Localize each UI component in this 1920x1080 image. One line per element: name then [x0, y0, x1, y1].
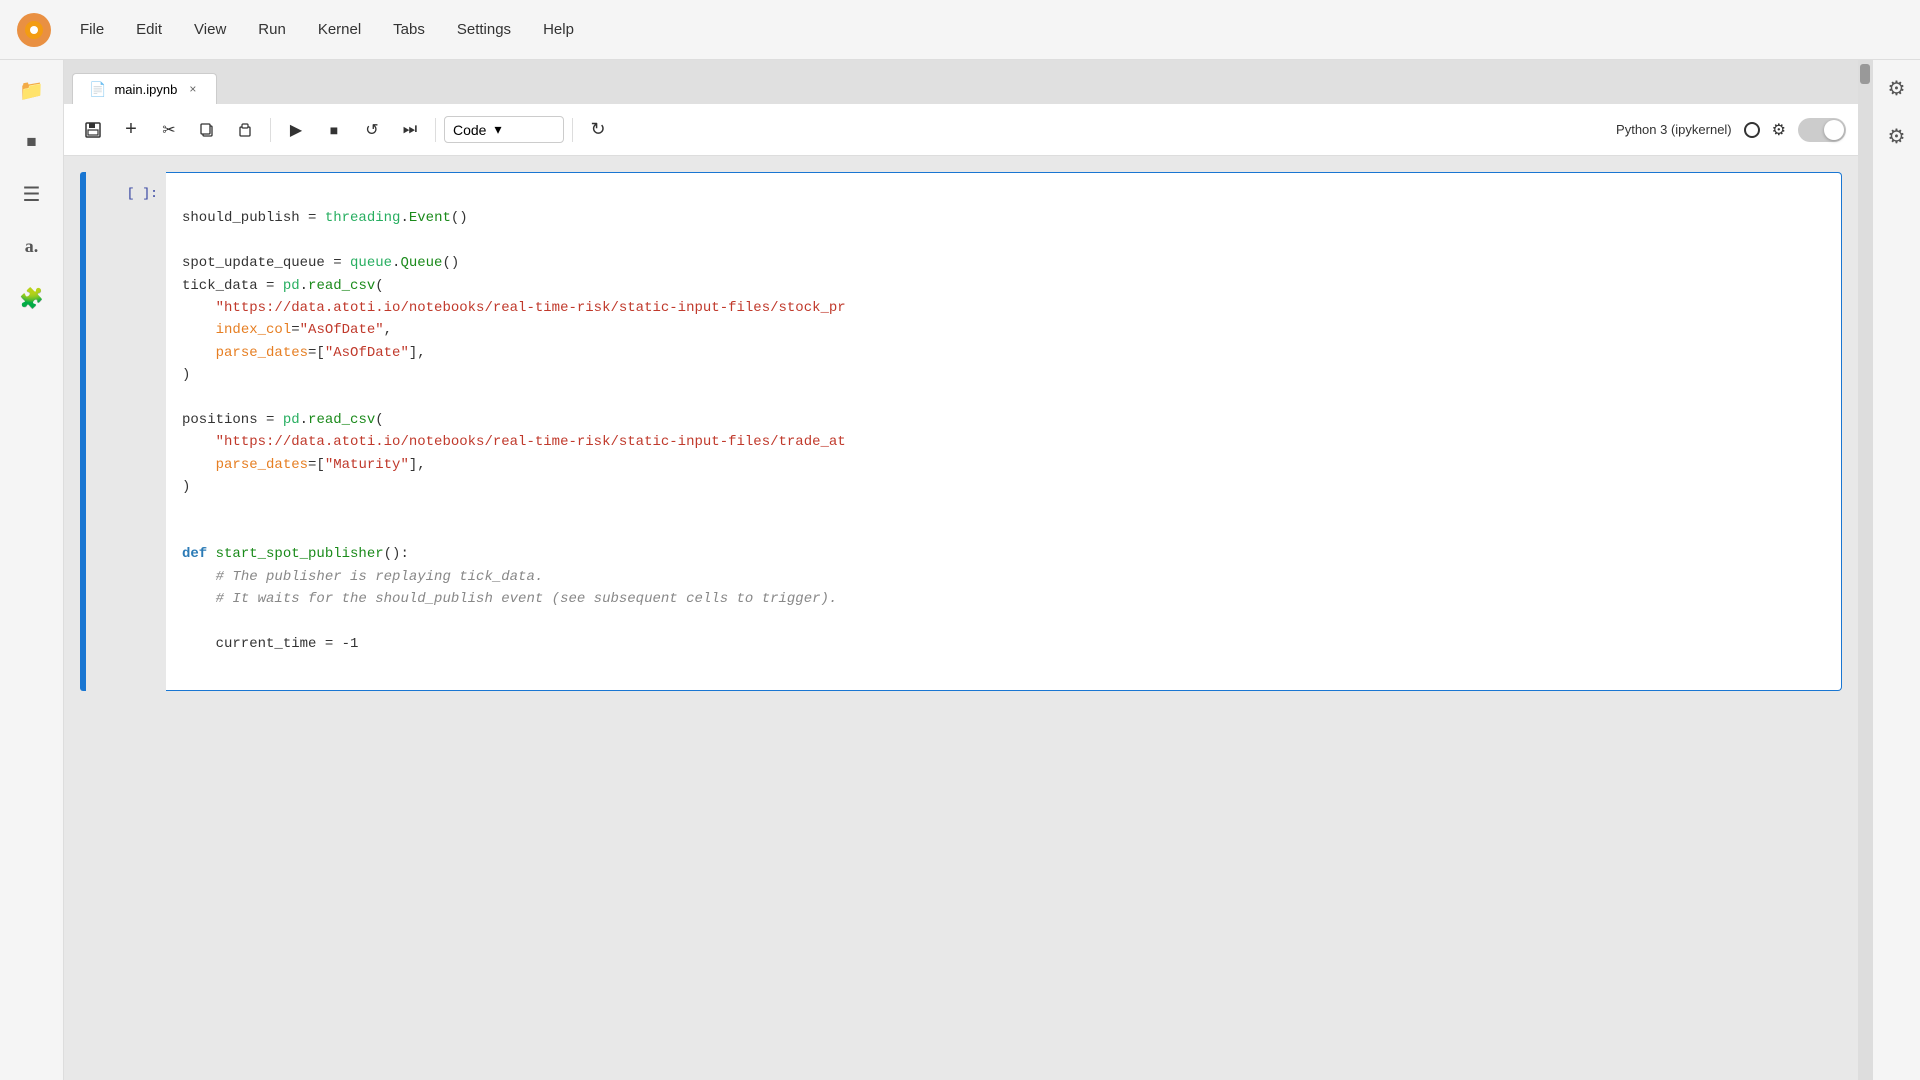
- toggle-switch[interactable]: [1798, 118, 1846, 142]
- run-all-button[interactable]: ⏭: [393, 113, 427, 147]
- scissors-icon: ✂: [162, 120, 175, 140]
- code-cell: [ ]: should_publish = threading.Event() …: [80, 172, 1842, 691]
- left-sidebar: 📁 ⏹ ☰ a. 🧩: [0, 60, 64, 1080]
- copy-icon: [199, 122, 215, 138]
- cell-type-arrow-icon: ▾: [494, 121, 501, 138]
- restart-icon: ↺: [365, 120, 378, 140]
- sidebar-stop-icon[interactable]: ⏹: [14, 124, 50, 160]
- refresh-icon: ↻: [590, 119, 605, 140]
- notebook-content: [ ]: should_publish = threading.Event() …: [64, 156, 1858, 1080]
- stop-icon: ■: [330, 122, 338, 138]
- right-gear-icon[interactable]: ⚙: [1881, 72, 1913, 104]
- restart-button[interactable]: ↺: [355, 113, 389, 147]
- paste-button[interactable]: [228, 113, 262, 147]
- tab-main-ipynb[interactable]: 📄 main.ipynb ×: [72, 73, 217, 104]
- paste-icon: [237, 122, 253, 138]
- toolbar-separator-2: [435, 118, 436, 142]
- menu-view[interactable]: View: [182, 15, 238, 44]
- right-sidebar: ⚙ ⚙: [1872, 60, 1920, 1080]
- add-icon: +: [125, 118, 137, 141]
- tab-file-icon: 📄: [89, 81, 106, 98]
- kernel-settings-icon[interactable]: ⚙: [1772, 120, 1786, 140]
- tab-close-button[interactable]: ×: [185, 80, 200, 98]
- tab-label: main.ipynb: [114, 82, 177, 97]
- scroll-thumb[interactable]: [1860, 64, 1870, 84]
- kernel-name-label: Python 3 (ipykernel): [1616, 122, 1732, 137]
- cut-button[interactable]: ✂: [152, 113, 186, 147]
- menu-run[interactable]: Run: [246, 15, 298, 44]
- cell-type-dropdown[interactable]: Code ▾: [444, 116, 564, 143]
- save-button[interactable]: [76, 113, 110, 147]
- menu-tabs[interactable]: Tabs: [381, 15, 437, 44]
- kernel-info: Python 3 (ipykernel) ⚙: [1616, 118, 1846, 142]
- scroll-track[interactable]: [1858, 60, 1872, 1080]
- sidebar-list-icon[interactable]: ☰: [14, 176, 50, 212]
- menu-edit[interactable]: Edit: [124, 15, 174, 44]
- add-cell-button[interactable]: +: [114, 113, 148, 147]
- copy-button[interactable]: [190, 113, 224, 147]
- toggle-knob: [1824, 120, 1844, 140]
- app-logo: [16, 12, 52, 48]
- stop-button[interactable]: ■: [317, 113, 351, 147]
- notebook-area: 📄 main.ipynb × + ✂: [64, 60, 1858, 1080]
- menu-bar: File Edit View Run Kernel Tabs Settings …: [0, 0, 1920, 60]
- toolbar-separator-1: [270, 118, 271, 142]
- sidebar-puzzle-icon[interactable]: 🧩: [14, 280, 50, 316]
- toolbar-separator-3: [572, 118, 573, 142]
- sidebar-folder-icon[interactable]: 📁: [14, 72, 50, 108]
- kernel-status-circle: [1744, 122, 1760, 138]
- right-settings-icon[interactable]: ⚙: [1881, 120, 1913, 152]
- run-button[interactable]: ▶: [279, 113, 313, 147]
- sidebar-text-icon[interactable]: a.: [14, 228, 50, 264]
- cell-type-label: Code: [453, 122, 486, 138]
- refresh-button[interactable]: ↻: [581, 113, 615, 147]
- cell-code-content[interactable]: should_publish = threading.Event() spot_…: [166, 172, 1842, 691]
- tab-bar: 📄 main.ipynb ×: [64, 60, 1858, 104]
- toolbar: + ✂ ▶ ■: [64, 104, 1858, 156]
- main-layout: 📁 ⏹ ☰ a. 🧩 📄 main.ipynb ×: [0, 60, 1920, 1080]
- menu-file[interactable]: File: [68, 15, 116, 44]
- save-icon: [84, 121, 102, 139]
- menu-help[interactable]: Help: [531, 15, 586, 44]
- menu-settings[interactable]: Settings: [445, 15, 523, 44]
- menu-kernel[interactable]: Kernel: [306, 15, 373, 44]
- fast-forward-icon: ⏭: [403, 121, 417, 139]
- cell-prompt: [ ]:: [86, 172, 166, 691]
- code-block: should_publish = threading.Event() spot_…: [182, 185, 1825, 678]
- run-icon: ▶: [290, 120, 302, 140]
